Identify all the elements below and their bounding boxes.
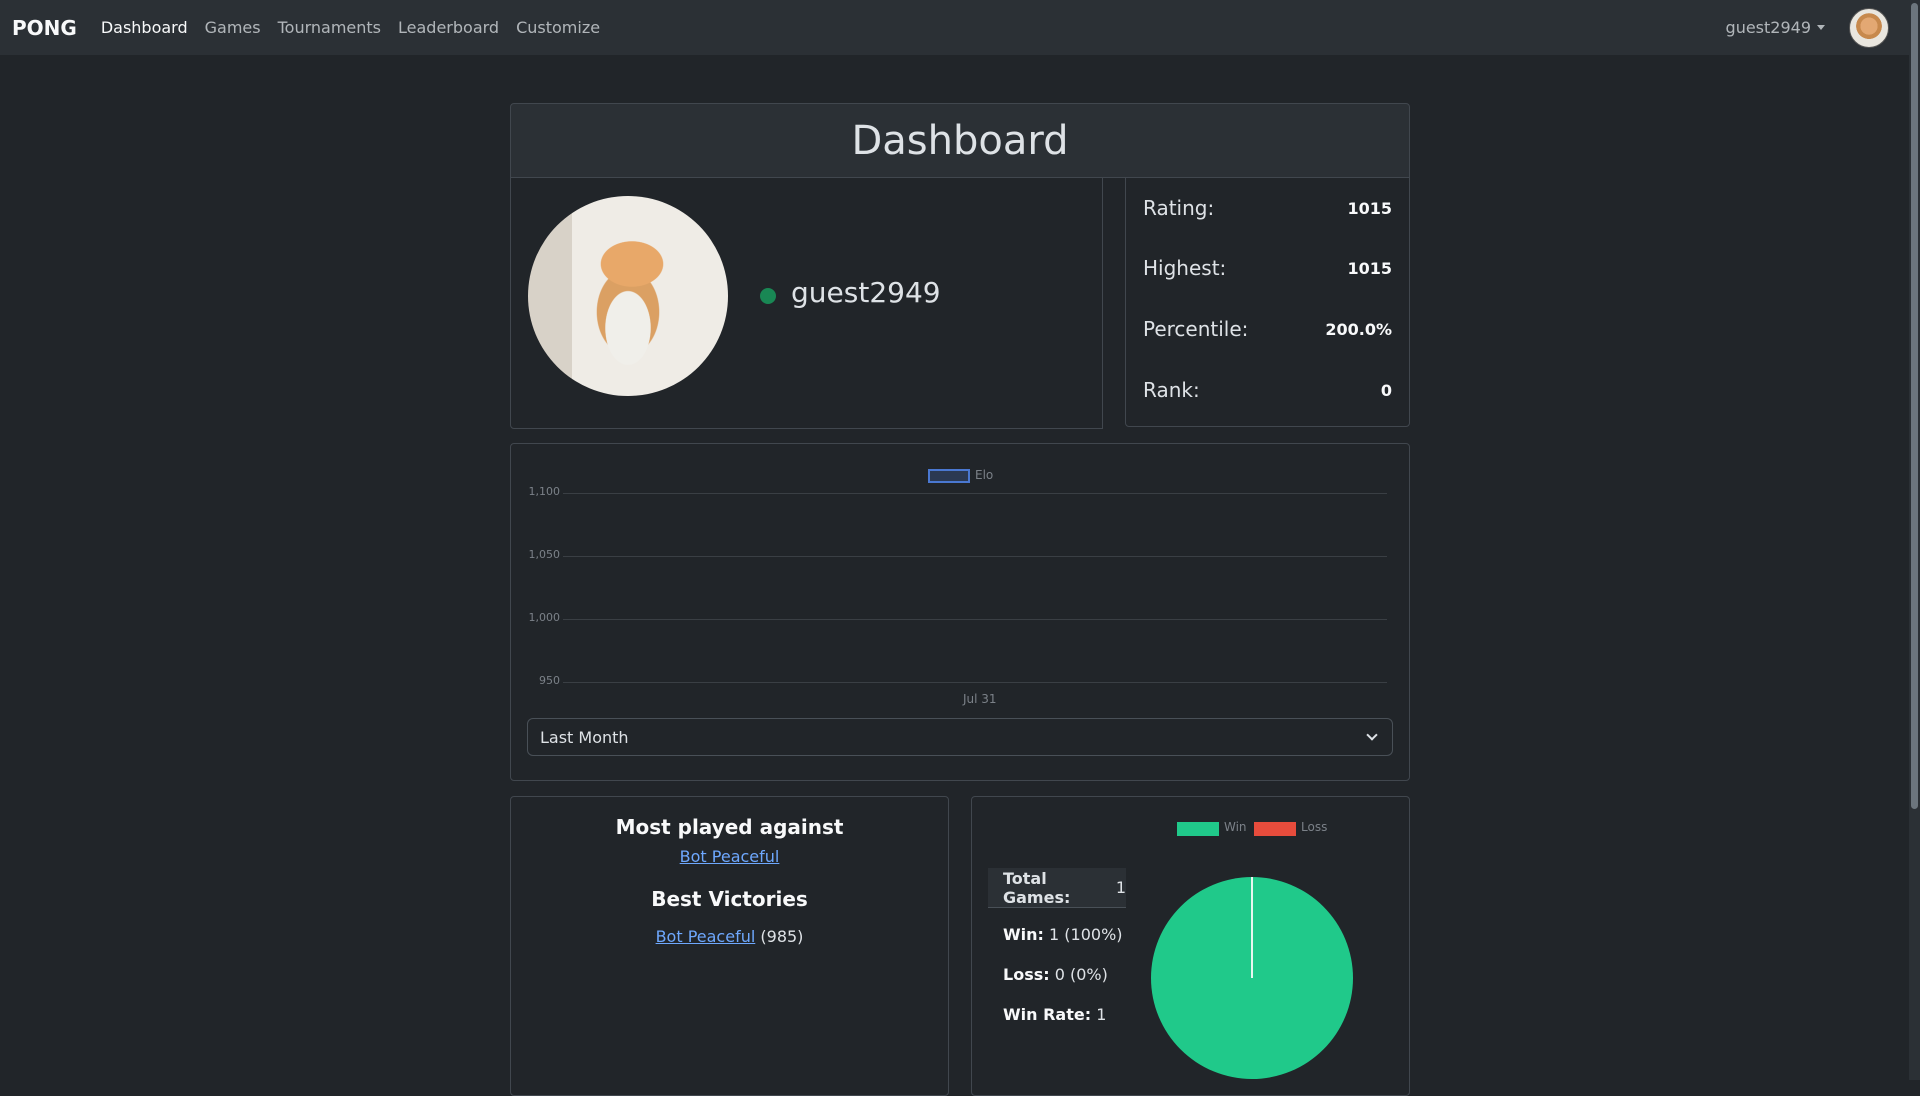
- page-scrollbar[interactable]: [1909, 0, 1920, 1080]
- win-loss-pie-chart[interactable]: [1151, 877, 1353, 1079]
- games-card: Win Loss Total Games: 1 Win: 1 (100%) Lo…: [971, 796, 1410, 1096]
- win-value: 1 (100%): [1049, 925, 1123, 944]
- total-games-value: 1: [1115, 878, 1126, 897]
- stat-rating: Rating: 1015: [1143, 196, 1392, 220]
- stat-value: 1015: [1347, 198, 1392, 218]
- nav-avatar[interactable]: [1849, 7, 1889, 48]
- legend-label-win: Win: [1224, 820, 1247, 834]
- stat-label: Percentile:: [1143, 317, 1249, 341]
- time-range-value: Last Month: [540, 727, 629, 747]
- stats-card: Rating: 1015 Highest: 1015 Percentile: 2…: [1125, 177, 1410, 427]
- most-played-item: Bot Peaceful: [511, 847, 948, 866]
- y-tick-label: 1,050: [528, 548, 561, 561]
- pie-slice-border: [1251, 877, 1253, 978]
- user-name: guest2949: [1725, 18, 1811, 37]
- legend-swatch-win[interactable]: [1177, 822, 1219, 836]
- stat-label: Rating:: [1143, 196, 1215, 220]
- time-range-select[interactable]: Last Month: [527, 718, 1393, 756]
- gridline: [563, 682, 1387, 683]
- most-played-link[interactable]: Bot Peaceful: [680, 847, 780, 866]
- legend-swatch-elo[interactable]: [928, 469, 970, 483]
- best-victory-rating: (985): [760, 927, 804, 946]
- profile-avatar: [528, 196, 728, 396]
- nav-games[interactable]: Games: [205, 18, 261, 37]
- stat-percentile: Percentile: 200.0%: [1143, 317, 1392, 341]
- brand-logo[interactable]: PONG: [12, 16, 77, 40]
- online-status-icon: [760, 288, 776, 304]
- elo-chart-card: Elo 1,100 1,050 1,000 950 Jul 31 Last Mo…: [510, 443, 1410, 781]
- best-victories-title: Best Victories: [651, 887, 808, 911]
- stat-highest: Highest: 1015: [1143, 256, 1392, 280]
- win-label: Win:: [1003, 925, 1044, 944]
- nav-customize[interactable]: Customize: [516, 18, 600, 37]
- stat-label: Rank:: [1143, 378, 1200, 402]
- gridline: [563, 619, 1387, 620]
- stat-value: 1015: [1347, 258, 1392, 278]
- win-stat: Win: 1 (100%): [1003, 925, 1123, 944]
- page-title: Dashboard: [851, 117, 1069, 164]
- stat-value: 200.0%: [1325, 319, 1392, 339]
- y-tick-label: 1,100: [528, 485, 561, 498]
- legend-swatch-loss[interactable]: [1254, 822, 1296, 836]
- legend-label-loss: Loss: [1301, 820, 1328, 834]
- stat-label: Highest:: [1143, 256, 1227, 280]
- loss-label: Loss:: [1003, 965, 1050, 984]
- total-games: Total Games: 1: [988, 868, 1126, 908]
- chevron-down-icon: [1366, 729, 1378, 741]
- profile-username: guest2949: [791, 276, 941, 309]
- y-tick-label: 950: [539, 674, 560, 687]
- loss-value: 0 (0%): [1054, 965, 1108, 984]
- navbar: PONG Dashboard Games Tournaments Leaderb…: [0, 0, 1909, 55]
- scroll-thumb[interactable]: [1911, 3, 1918, 809]
- dashboard-header: Dashboard: [510, 103, 1410, 178]
- total-games-label: Total Games:: [1003, 868, 1071, 907]
- gridline: [563, 493, 1387, 494]
- nav-right: guest2949: [1726, 7, 1889, 48]
- y-tick-label: 1,000: [528, 611, 561, 624]
- nav-tournaments[interactable]: Tournaments: [278, 18, 381, 37]
- nav-leaderboard[interactable]: Leaderboard: [398, 18, 499, 37]
- most-played-title: Most played against: [615, 815, 844, 839]
- opponents-card: Most played against Bot Peaceful Best Vi…: [510, 796, 949, 1096]
- gridline: [563, 556, 1387, 557]
- caret-down-icon: [1817, 25, 1825, 30]
- nav-dashboard[interactable]: Dashboard: [101, 18, 188, 37]
- legend-label-elo: Elo: [975, 468, 994, 482]
- winrate-stat: Win Rate: 1: [1003, 1005, 1106, 1024]
- user-dropdown-toggle[interactable]: guest2949: [1726, 18, 1825, 37]
- stat-rank: Rank: 0: [1143, 378, 1392, 402]
- x-tick-label: Jul 31: [963, 692, 997, 706]
- best-victory-link[interactable]: Bot Peaceful: [656, 927, 756, 946]
- loss-stat: Loss: 0 (0%): [1003, 965, 1108, 984]
- best-victory-item: Bot Peaceful (985): [511, 927, 948, 946]
- profile-card: guest2949: [510, 177, 1103, 429]
- nav-links: Dashboard Games Tournaments Leaderboard …: [101, 18, 617, 37]
- stat-value: 0: [1380, 380, 1392, 400]
- winrate-label: Win Rate:: [1003, 1005, 1092, 1024]
- winrate-value: 1: [1096, 1005, 1107, 1024]
